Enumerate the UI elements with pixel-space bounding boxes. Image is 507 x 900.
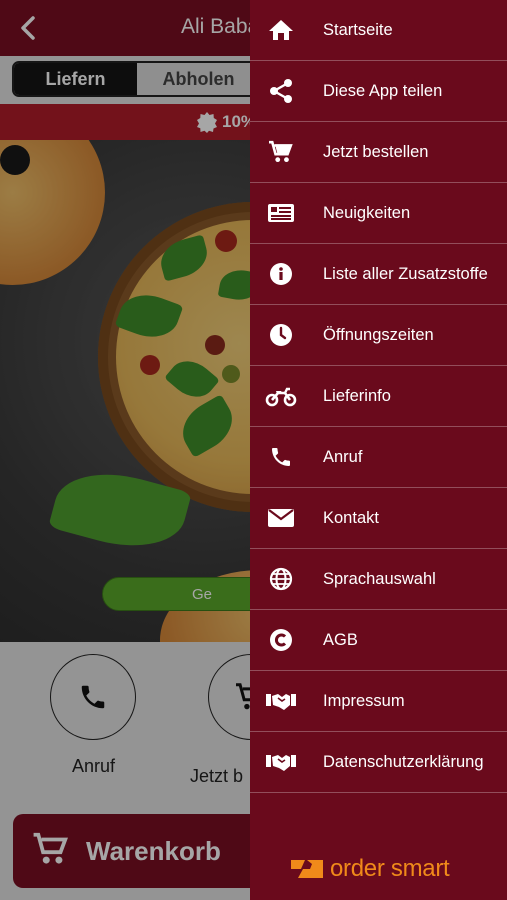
- menu-item-label: Öffnungszeiten: [323, 326, 434, 344]
- menu-item-share[interactable]: Diese App teilen: [250, 61, 507, 122]
- globe-icon: [265, 566, 297, 592]
- menu-item-news[interactable]: Neuigkeiten: [250, 183, 507, 244]
- menu-item-label: Jetzt bestellen: [323, 143, 429, 161]
- cart-icon: [265, 139, 297, 165]
- menu-item-terms[interactable]: AGB: [250, 610, 507, 671]
- menu-item-privacy[interactable]: Datenschutzerklärung: [250, 732, 507, 793]
- menu-item-label: Impressum: [323, 692, 405, 710]
- brand-text: order smart: [330, 855, 450, 882]
- menu-item-language[interactable]: Sprachauswahl: [250, 549, 507, 610]
- menu-item-order[interactable]: Jetzt bestellen: [250, 122, 507, 183]
- motorcycle-icon: [265, 383, 297, 409]
- menu-item-contact[interactable]: Kontakt: [250, 488, 507, 549]
- share-icon: [265, 78, 297, 104]
- menu-item-home[interactable]: Startseite: [250, 0, 507, 61]
- clock-icon: [265, 322, 297, 348]
- envelope-icon: [265, 505, 297, 531]
- menu-item-label: Diese App teilen: [323, 82, 443, 100]
- menu-item-delivery-info[interactable]: Lieferinfo: [250, 366, 507, 427]
- order-smart-logo: order smart: [290, 854, 450, 884]
- copyright-icon: [265, 627, 297, 653]
- navigation-drawer: Startseite Diese App teilen Jetzt bestel…: [250, 0, 507, 900]
- menu-item-label: AGB: [323, 631, 358, 649]
- handshake-icon: [265, 688, 297, 714]
- menu-item-label: Neuigkeiten: [323, 204, 411, 222]
- phone-icon: [265, 444, 297, 470]
- info-icon: [265, 261, 297, 287]
- menu-item-label: Kontakt: [323, 509, 379, 527]
- home-icon: [265, 17, 297, 43]
- menu-item-label: Sprachauswahl: [323, 570, 436, 588]
- menu-item-additives[interactable]: Liste aller Zusatzstoffe: [250, 244, 507, 305]
- menu-item-label: Lieferinfo: [323, 387, 391, 405]
- menu-item-opening-hours[interactable]: Öffnungszeiten: [250, 305, 507, 366]
- menu-item-label: Startseite: [323, 21, 393, 39]
- menu-item-label: Datenschutzerklärung: [323, 753, 484, 771]
- menu-item-imprint[interactable]: Impressum: [250, 671, 507, 732]
- news-icon: [265, 200, 297, 226]
- menu-item-label: Anruf: [323, 448, 363, 466]
- order-smart-logo-icon: [291, 860, 323, 878]
- menu-item-call[interactable]: Anruf: [250, 427, 507, 488]
- handshake-icon: [265, 749, 297, 775]
- menu-item-label: Liste aller Zusatzstoffe: [323, 265, 488, 283]
